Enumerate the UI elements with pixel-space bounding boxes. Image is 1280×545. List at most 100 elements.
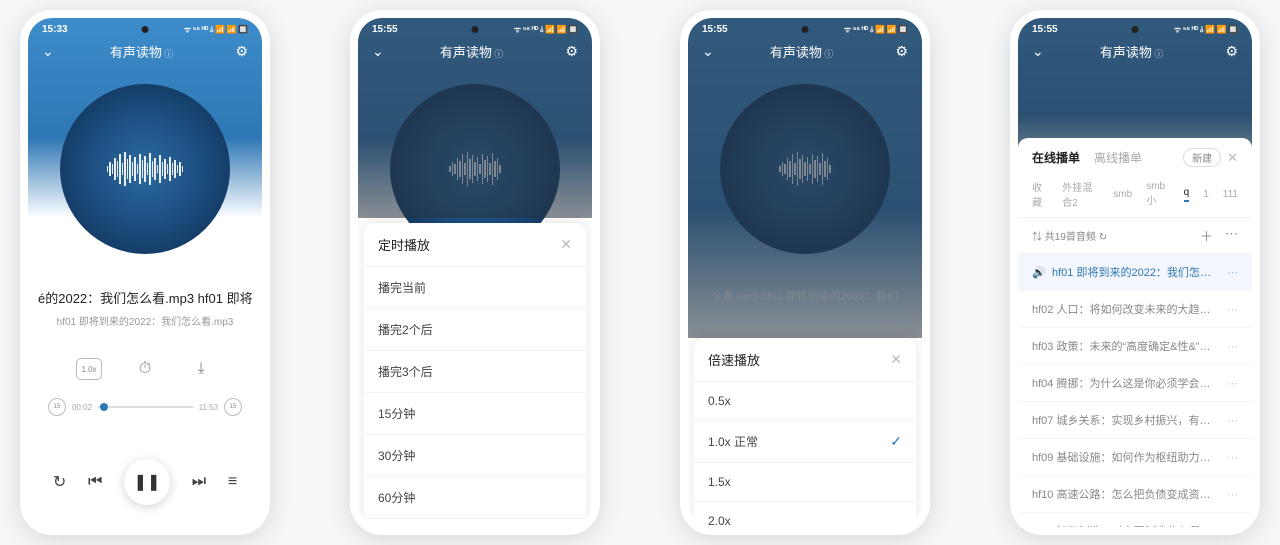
sheet-title: 倍速播放 <box>708 350 760 369</box>
item-more-icon[interactable]: ⋯ <box>1227 303 1238 316</box>
item-more-icon[interactable]: ⋯ <box>1227 414 1238 427</box>
list-item[interactable]: hf09 基础设施：如何作为枢纽助力城乡... ⋯ <box>1018 439 1252 476</box>
waveform-icon <box>107 149 184 189</box>
list-item[interactable]: hf04 腾挪：为什么这是你必须学会的生... ⋯ <box>1018 365 1252 402</box>
sheet-title: 定时播放 <box>378 235 430 254</box>
timer-option[interactable]: 30分钟 <box>364 434 586 476</box>
waveform-icon <box>449 149 501 189</box>
item-more-icon[interactable]: ⋯ <box>1227 266 1238 279</box>
settings-icon[interactable]: ⚙ <box>895 43 908 60</box>
album-disc <box>60 84 230 254</box>
add-icon[interactable]: ＋ <box>1200 226 1213 245</box>
more-icon[interactable]: ⋯ <box>1225 226 1238 245</box>
track-subtitle: hf01 即将到来的2022：我们怎么看.mp3 <box>38 313 252 328</box>
app-header: ⌄ 有声读物 ⚙ <box>28 42 262 61</box>
phone-playlist: 15:55 ᯤ ⁵⁸ ᴴᴰ ⫰ 📶 📶 🔲 ⌄ 有声读物 ⚙ 在线播单 离线播单… <box>1010 10 1260 535</box>
item-more-icon[interactable]: ⋯ <box>1227 451 1238 464</box>
loop-icon[interactable]: ↻ <box>53 472 66 492</box>
track-title-dim: 么看.mp3 hf01 即将到来的2022：我们 <box>688 288 922 304</box>
status-time: 15:55 <box>1032 24 1058 35</box>
timer-option[interactable]: 15分钟 <box>364 392 586 434</box>
status-time: 15:55 <box>702 24 728 35</box>
playlist-list: 🔊 hf01 即将到来的2022：我们怎么看... ⋯ hf02 人口：将如何改… <box>1018 254 1252 527</box>
close-icon[interactable]: ✕ <box>1227 150 1238 166</box>
player-hero-dimmed: ⌄ 有声读物 ⚙ <box>358 18 592 218</box>
waveform-icon <box>779 149 831 189</box>
list-item[interactable]: 🔊 hf01 即将到来的2022：我们怎么看... ⋯ <box>1018 254 1252 291</box>
timer-option[interactable]: 播完3个后 <box>364 350 586 392</box>
tab-online[interactable]: 在线播单 <box>1032 149 1080 166</box>
list-item[interactable]: hf07 城乡关系：实现乡村振兴，有什么... ⋯ <box>1018 402 1252 439</box>
player-hero-dimmed: ⌄ 有声读物 ⚙ 么看.mp3 hf01 即将到来的2022：我们 <box>688 18 922 338</box>
phone-player: 15:33 ᯤ ⁵⁸ ᴴᴰ ⫰ 📶 📶 🔲 ⌄ 有声读物 ⚙ <box>20 10 270 535</box>
close-icon[interactable]: ✕ <box>890 351 902 368</box>
list-item[interactable]: hf13 智能制造：对中国制造业有哪些好... ⋯ <box>1018 513 1252 527</box>
sheet-header: 定时播放 ✕ <box>364 223 586 266</box>
timer-option[interactable]: 播完2个后 <box>364 308 586 350</box>
item-more-icon[interactable]: ⋯ <box>1227 488 1238 501</box>
status-indicators: ᯤ ⁵⁸ ᴴᴰ ⫰ 📶 📶 🔲 <box>184 24 248 35</box>
list-item[interactable]: hf10 高速公路：怎么把负债变成资产？... ⋯ <box>1018 476 1252 513</box>
settings-icon[interactable]: ⚙ <box>235 43 248 60</box>
playlist-tabs: 在线播单 离线播单 新建 ✕ <box>1018 138 1252 175</box>
status-indicators: ᯤ ⁵⁸ ᴴᴰ ⫰ 📶 📶 🔲 <box>1174 24 1238 35</box>
timer-icon[interactable]: ⏱ <box>132 358 158 380</box>
speed-option[interactable]: 1.5x <box>694 462 916 501</box>
camera-notch <box>1132 26 1139 33</box>
timer-option[interactable]: 60分钟 <box>364 476 586 518</box>
tab-offline[interactable]: 离线播单 <box>1094 149 1142 166</box>
subtab[interactable]: 1 <box>1203 189 1209 200</box>
total-time: 11:53 <box>199 403 218 412</box>
timer-option[interactable]: 取消定时 <box>364 518 586 527</box>
rewind-15-icon[interactable]: 15 <box>48 398 66 416</box>
prev-icon[interactable]: ⏮ <box>88 473 102 491</box>
playing-icon: 🔊 <box>1032 266 1044 278</box>
download-icon[interactable]: ⤓ <box>188 358 214 380</box>
playlist-icon[interactable]: ≡ <box>228 473 237 491</box>
app-header: ⌄ 有声读物 ⚙ <box>688 42 922 61</box>
status-indicators: ᯤ ⁵⁸ ᴴᴰ ⫰ 📶 📶 🔲 <box>844 24 908 35</box>
item-more-icon[interactable]: ⋯ <box>1227 525 1238 528</box>
timer-option[interactable]: 播完当前 <box>364 266 586 308</box>
subtab[interactable]: smb小 <box>1146 181 1169 207</box>
transport-controls: ↻ ⏮ ❚❚ ⏭ ≡ <box>28 459 262 505</box>
item-more-icon[interactable]: ⋯ <box>1227 340 1238 353</box>
speed-option[interactable]: 2.0x <box>694 501 916 527</box>
check-icon: ✓ <box>890 433 902 450</box>
speed-button[interactable]: 1.0x <box>76 358 102 380</box>
playlist-panel: 在线播单 离线播单 新建 ✕ 收藏 外挂混合2 smb smb小 q 1 111… <box>1018 138 1252 527</box>
page-title: 有声读物 <box>1038 42 1226 61</box>
settings-icon[interactable]: ⚙ <box>1225 43 1238 60</box>
elapsed-time: 00:02 <box>72 403 92 412</box>
phone-timer: 15:55 ᯤ ⁵⁸ ᴴᴰ ⫰ 📶 📶 🔲 ⌄ 有声读物 ⚙ <box>350 10 600 535</box>
mid-controls: 1.0x ⏱ ⤓ <box>28 358 262 380</box>
list-item[interactable]: hf03 政策：未来的“高度确定&性&”在哪... ⋯ <box>1018 328 1252 365</box>
item-more-icon[interactable]: ⋯ <box>1227 377 1238 390</box>
timer-sheet: 定时播放 ✕ 播完当前 播完2个后 播完3个后 15分钟 30分钟 60分钟 取… <box>364 223 586 527</box>
speed-option[interactable]: 1.0x 正常 ✓ <box>694 420 916 462</box>
settings-icon[interactable]: ⚙ <box>565 43 578 60</box>
refresh-icon[interactable]: ↻ <box>1099 232 1107 243</box>
next-icon[interactable]: ⏭ <box>192 473 206 491</box>
new-playlist-button[interactable]: 新建 <box>1183 148 1221 167</box>
sheet-header: 倍速播放 ✕ <box>694 338 916 381</box>
status-time: 15:55 <box>372 24 398 35</box>
subtab[interactable]: q <box>1184 187 1190 202</box>
app-header: ⌄ 有声读物 ⚙ <box>1018 42 1252 61</box>
speed-option[interactable]: 0.5x <box>694 381 916 420</box>
page-title: 有声读物 <box>708 42 896 61</box>
subtab[interactable]: 111 <box>1223 189 1238 200</box>
album-disc <box>720 84 890 254</box>
subtab[interactable]: 外挂混合2 <box>1062 179 1099 209</box>
camera-notch <box>472 26 479 33</box>
subtab[interactable]: 收藏 <box>1032 179 1048 209</box>
pause-button[interactable]: ❚❚ <box>124 459 170 505</box>
app-header: ⌄ 有声读物 ⚙ <box>358 42 592 61</box>
forward-15-icon[interactable]: 15 <box>224 398 242 416</box>
subtab[interactable]: smb <box>1113 189 1132 200</box>
list-item[interactable]: hf02 人口：将如何改变未来的大趋势？... ⋯ <box>1018 291 1252 328</box>
page-title: 有声读物 <box>48 42 236 61</box>
seek-bar[interactable] <box>98 406 193 408</box>
track-count: ⇅ 共19首音频 ↻ <box>1032 228 1107 243</box>
close-icon[interactable]: ✕ <box>560 236 572 253</box>
